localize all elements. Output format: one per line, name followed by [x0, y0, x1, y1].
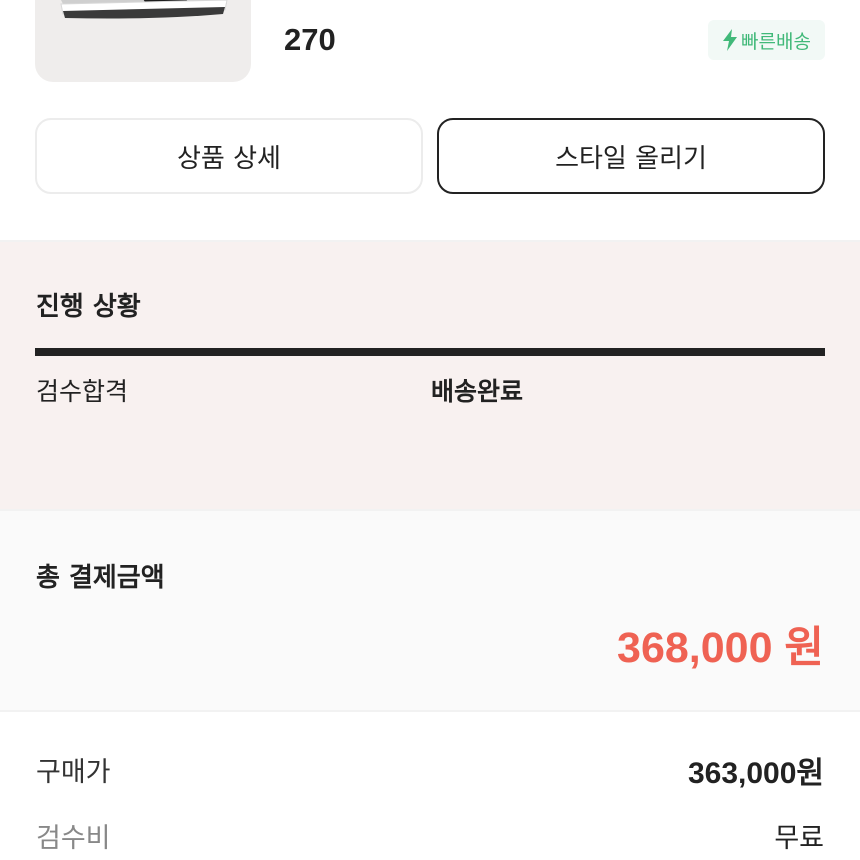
- inspection-fee-value: 무료: [774, 823, 824, 854]
- fast-delivery-label: 빠른배송: [741, 30, 811, 53]
- progress-step-delivered: 배송완료: [431, 377, 524, 406]
- purchase-price-label: 구매가: [36, 757, 111, 788]
- total-payment-amount: 368,000 원: [617, 624, 824, 672]
- progress-title: 진행 상황: [36, 292, 141, 322]
- section-divider: [0, 710, 860, 712]
- inspection-fee-label: 검수비: [36, 823, 111, 854]
- fast-delivery-badge: 빠른배송: [708, 20, 825, 60]
- sneaker-image: [60, 0, 228, 19]
- total-payment-section: [0, 511, 860, 710]
- product-detail-button[interactable]: 상품 상세: [35, 118, 423, 194]
- product-size: 270: [284, 22, 336, 57]
- progress-section: [0, 242, 860, 510]
- purchase-price-value: 363,000원: [687, 757, 824, 790]
- product-thumbnail[interactable]: [35, 0, 251, 82]
- lightning-icon: [723, 29, 738, 51]
- upload-style-button[interactable]: 스타일 올리기: [437, 118, 825, 194]
- progress-bar: [35, 348, 825, 356]
- progress-step-inspection: 검수합격: [36, 377, 129, 406]
- total-payment-title: 총 결제금액: [36, 563, 165, 593]
